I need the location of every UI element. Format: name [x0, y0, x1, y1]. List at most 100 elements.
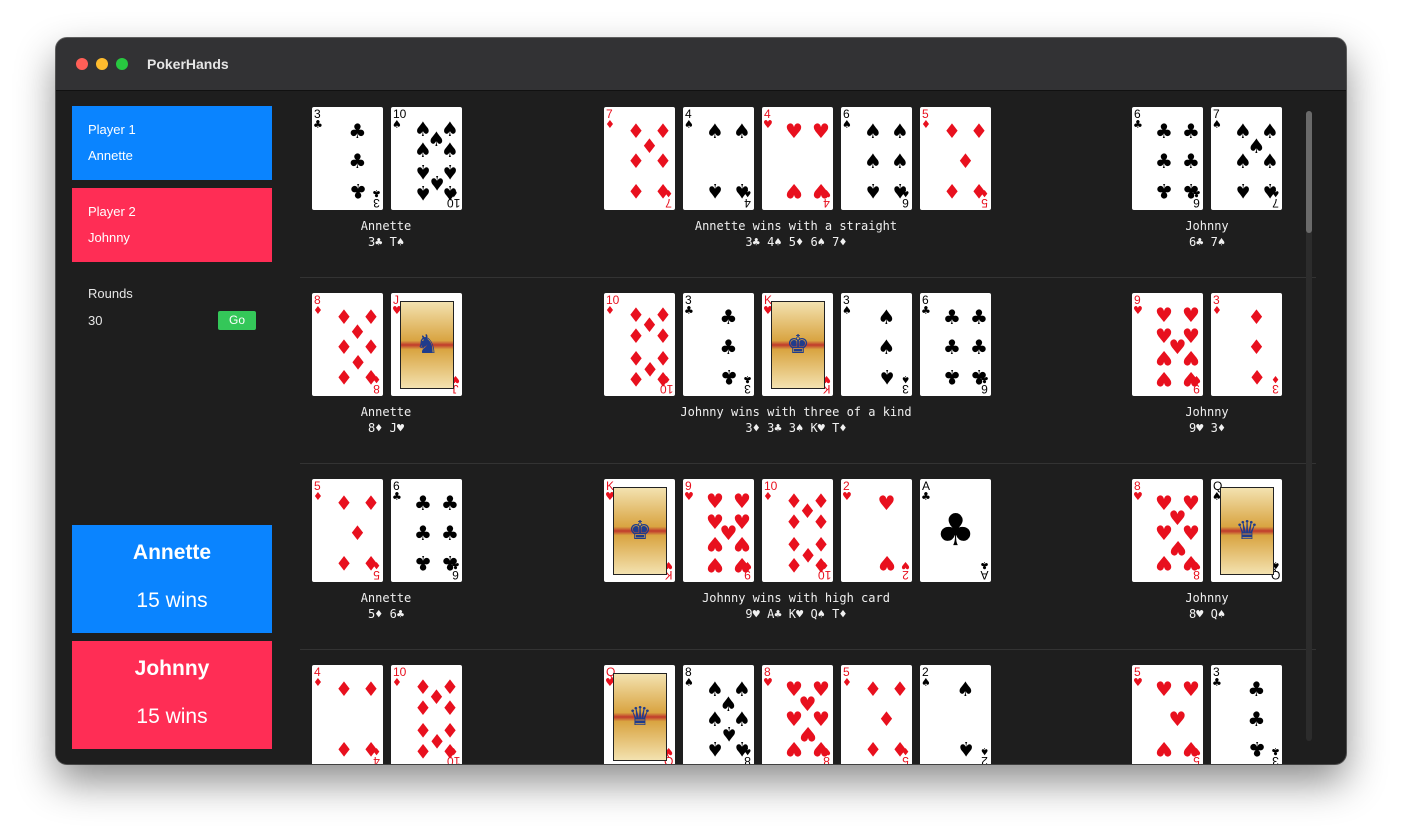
close-window-button[interactable]: [76, 58, 88, 70]
playing-card[interactable]: 9 ♥ 9 ♥ ♥ ♥ ♥ ♥ ♥ ♥ ♥ ♥ ♥: [683, 479, 754, 582]
player2-field[interactable]: Player 2 Johnny: [72, 188, 272, 262]
court-card-art: ♛: [1220, 487, 1274, 575]
court-card-art: ♛: [613, 673, 667, 761]
suit-pip-icon: ♥: [706, 553, 724, 577]
suit-pip-icon: ♠: [864, 149, 882, 173]
suit-pip-icon: ♦: [335, 677, 353, 701]
card-suit-icon: ♥: [842, 490, 852, 503]
scrollbar[interactable]: [1306, 111, 1312, 741]
suit-pip-icon: ♠: [706, 179, 724, 203]
rounds-list[interactable]: 3 ♣ 3 ♣ ♣ ♣ ♣ 10 ♠ 10 ♠ ♠ ♠ ♠ ♠ ♠ ♠ ♠ ♠ ♠ ♠ 7 ♦ 7 ♦ ♦ ♦ ♦ ♦ ♦ ♦ ♦ 4 ♠ 4 ♠ ♠ ♠…: [300, 91, 1316, 764]
playing-card[interactable]: 3 ♣ 3 ♣ ♣ ♣ ♣: [1211, 665, 1282, 764]
playing-card[interactable]: 5 ♦ 5 ♦ ♦ ♦ ♦ ♦ ♦: [920, 107, 991, 210]
card-rank: A: [980, 568, 989, 582]
playing-card[interactable]: 10 ♠ 10 ♠ ♠ ♠ ♠ ♠ ♠ ♠ ♠ ♠ ♠ ♠: [391, 107, 462, 210]
card-suit-icon: ♠: [901, 373, 910, 384]
zoom-window-button[interactable]: [116, 58, 128, 70]
card-suit-icon: ♥: [1133, 676, 1143, 689]
sidebar: Player 1 Annette Player 2 Johnny Rounds …: [56, 91, 292, 764]
playing-card[interactable]: 10 ♦ 10 ♦ ♦ ♦ ♦ ♦ ♦ ♦ ♦ ♦ ♦ ♦: [391, 665, 462, 764]
suit-pip-icon: ♦: [785, 553, 803, 577]
playing-card[interactable]: 5 ♥ 5 ♥ ♥ ♥ ♥ ♥ ♥: [1132, 665, 1203, 764]
card-suit-icon: ♥: [901, 559, 910, 570]
suit-pip-icon: ♦: [654, 179, 672, 203]
player1-name-input[interactable]: Annette: [88, 148, 133, 163]
suit-pip-icon: ♠: [864, 179, 882, 203]
playing-card[interactable]: 6 ♣ 6 ♣ ♣ ♣ ♣ ♣ ♣ ♣: [1132, 107, 1203, 210]
card-corner: 3 ♦: [1271, 373, 1280, 396]
suit-pip-icon: ♠: [733, 737, 751, 761]
suit-pip-icon: ♠: [891, 119, 909, 143]
suit-pip-icon: ♦: [956, 149, 975, 173]
suit-pip-icon: ♣: [970, 305, 988, 329]
playing-card[interactable]: 4 ♠ 4 ♠ ♠ ♠ ♠ ♠: [683, 107, 754, 210]
card-suit-icon: ♠: [842, 304, 852, 317]
card-suit-icon: ♣: [392, 490, 402, 503]
suit-pip-icon: ♣: [348, 149, 367, 173]
suit-pip-icon: ♥: [1155, 737, 1173, 761]
playing-card[interactable]: 9 ♥ 9 ♥ ♥ ♥ ♥ ♥ ♥ ♥ ♥ ♥ ♥: [1132, 293, 1203, 396]
playing-card[interactable]: 7 ♠ 7 ♠ ♠ ♠ ♠ ♠ ♠ ♠ ♠: [1211, 107, 1282, 210]
playing-card[interactable]: K ♥ K ♥ ♚: [604, 479, 675, 582]
card-suit-icon: ♥: [684, 490, 694, 503]
player2-name-input[interactable]: Johnny: [88, 230, 130, 245]
playing-card[interactable]: 10 ♦ 10 ♦ ♦ ♦ ♦ ♦ ♦ ♦ ♦ ♦ ♦ ♦: [762, 479, 833, 582]
playing-card[interactable]: 10 ♦ 10 ♦ ♦ ♦ ♦ ♦ ♦ ♦ ♦ ♦ ♦ ♦: [604, 293, 675, 396]
playing-card[interactable]: 8 ♦ 8 ♦ ♦ ♦ ♦ ♦ ♦ ♦ ♦ ♦: [312, 293, 383, 396]
playing-card[interactable]: Q ♥ Q ♥ ♛: [604, 665, 675, 764]
suit-pip-icon: ♣: [719, 365, 738, 389]
suit-pip-icon: ♥: [733, 489, 751, 513]
playing-card[interactable]: A ♣ A ♣ ♣: [920, 479, 991, 582]
suit-pip-icon: ♥: [785, 737, 803, 761]
playing-card[interactable]: 5 ♦ 5 ♦ ♦ ♦ ♦ ♦ ♦: [312, 479, 383, 582]
playing-card[interactable]: 6 ♣ 6 ♣ ♣ ♣ ♣ ♣ ♣ ♣: [391, 479, 462, 582]
playing-card[interactable]: 6 ♠ 6 ♠ ♠ ♠ ♠ ♠ ♠ ♠: [841, 107, 912, 210]
suit-pip-icon: ♠: [956, 677, 975, 701]
suit-pip-icon: ♦: [414, 696, 432, 720]
court-figure-icon: ♞: [415, 330, 439, 360]
playing-card[interactable]: Q ♠ Q ♠ ♛: [1211, 479, 1282, 582]
go-button[interactable]: Go: [218, 311, 256, 330]
card-suit-icon: ♣: [1271, 745, 1280, 756]
suit-pip-icon: ♠: [1261, 179, 1279, 203]
rounds-input[interactable]: 30: [88, 313, 102, 328]
scrollbar-thumb[interactable]: [1306, 111, 1312, 233]
suit-pip-icon: ♦: [362, 365, 380, 389]
suit-pip-icon: ♠: [877, 335, 896, 359]
player1-score-card: Annette 15 wins: [72, 525, 272, 633]
suit-pip-icon: ♣: [970, 365, 988, 389]
playing-card[interactable]: 8 ♥ 8 ♥ ♥ ♥ ♥ ♥ ♥ ♥ ♥ ♥: [762, 665, 833, 764]
suit-pip-icon: ♦: [877, 707, 896, 731]
player1-wins: 15 wins: [136, 589, 208, 612]
playing-card[interactable]: 2 ♥ 2 ♥ ♥ ♥: [841, 479, 912, 582]
playing-card[interactable]: 3 ♣ 3 ♣ ♣ ♣ ♣: [312, 107, 383, 210]
playing-card[interactable]: 3 ♦ 3 ♦ ♦ ♦ ♦: [1211, 293, 1282, 396]
playing-card[interactable]: 5 ♦ 5 ♦ ♦ ♦ ♦ ♦ ♦: [841, 665, 912, 764]
card-suit-icon: ♣: [743, 373, 752, 384]
suit-pip-icon: ♠: [706, 737, 724, 761]
playing-card[interactable]: K ♥ K ♥ ♚: [762, 293, 833, 396]
card-suit-icon: ♣: [372, 187, 381, 198]
minimize-window-button[interactable]: [96, 58, 108, 70]
playing-card[interactable]: 8 ♠ 8 ♠ ♠ ♠ ♠ ♠ ♠ ♠ ♠ ♠: [683, 665, 754, 764]
player1-round-name: Annette: [360, 219, 412, 233]
court-figure-icon: ♛: [1235, 516, 1259, 546]
playing-card[interactable]: 7 ♦ 7 ♦ ♦ ♦ ♦ ♦ ♦ ♦ ♦: [604, 107, 675, 210]
playing-card[interactable]: 3 ♣ 3 ♣ ♣ ♣ ♣: [683, 293, 754, 396]
playing-card[interactable]: 2 ♠ 2 ♠ ♠ ♠: [920, 665, 991, 764]
playing-card[interactable]: 4 ♥ 4 ♥ ♥ ♥ ♥ ♥: [762, 107, 833, 210]
player1-score-name: Annette: [132, 541, 212, 564]
suit-pip-icon: ♦: [441, 696, 459, 720]
suit-pip-icon: ♣: [719, 305, 738, 329]
suit-pip-icon: ♥: [1168, 707, 1187, 731]
suit-pip-icon: ♣: [943, 305, 961, 329]
player1-field[interactable]: Player 1 Annette: [72, 106, 272, 180]
playing-card[interactable]: 8 ♥ 8 ♥ ♥ ♥ ♥ ♥ ♥ ♥ ♥ ♥: [1132, 479, 1203, 582]
suit-pip-icon: ♦: [414, 739, 432, 763]
suit-pip-icon: ♦: [627, 367, 645, 391]
playing-card[interactable]: 4 ♦ 4 ♦ ♦ ♦ ♦ ♦: [312, 665, 383, 764]
playing-card[interactable]: J ♥ J ♥ ♞: [391, 293, 462, 396]
playing-card[interactable]: 6 ♣ 6 ♣ ♣ ♣ ♣ ♣ ♣ ♣: [920, 293, 991, 396]
playing-card[interactable]: 3 ♠ 3 ♠ ♠ ♠ ♠: [841, 293, 912, 396]
suit-pip-icon: ♦: [627, 179, 645, 203]
